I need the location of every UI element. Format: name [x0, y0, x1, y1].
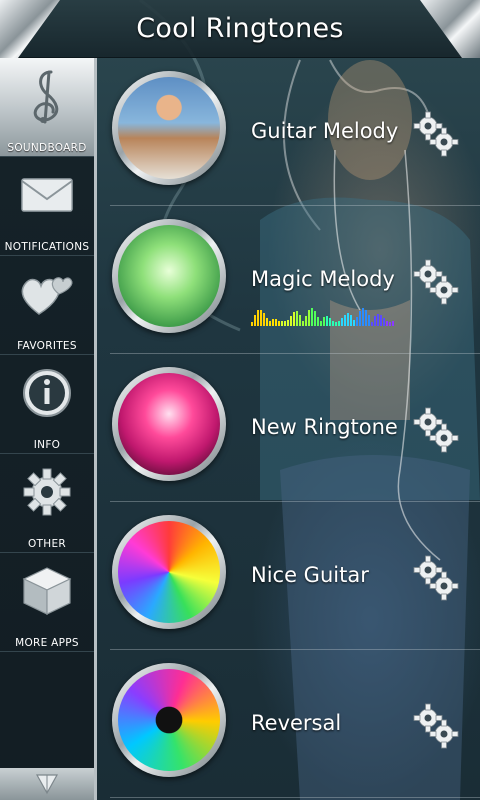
title-bar: Cool Ringtones — [0, 0, 480, 58]
equalizer-bar — [251, 322, 253, 326]
equalizer-bar — [365, 310, 367, 326]
equalizer-bar — [338, 321, 340, 326]
equalizer-bar — [371, 322, 373, 326]
equalizer-bar — [299, 315, 301, 326]
equalizer-bar — [368, 315, 370, 326]
ringtone-list: Guitar Melody Magic Melody New Ringtone … — [110, 58, 480, 798]
equalizer-bar — [320, 321, 322, 326]
ringtone-thumbnail[interactable] — [112, 219, 226, 333]
equalizer-bar — [317, 317, 319, 326]
ringtone-name: Reversal — [251, 711, 342, 735]
ringtone-thumbnail[interactable] — [112, 71, 226, 185]
equalizer-bar — [380, 315, 382, 326]
ringtone-name: New Ringtone — [251, 415, 398, 439]
equalizer-bar — [332, 321, 334, 326]
sidebar-item-label: OTHER — [27, 538, 66, 550]
equalizer-bar — [308, 310, 310, 326]
equalizer-bar — [353, 320, 355, 326]
equalizer-bar — [335, 322, 337, 326]
settings-gear-icon[interactable] — [410, 702, 460, 750]
list-item[interactable]: New Ringtone — [110, 354, 480, 502]
equalizer-bar — [374, 316, 376, 326]
sidebar-item-label: NOTIFICATIONS — [4, 241, 90, 253]
equalizer-bar — [272, 319, 274, 326]
equalizer-bar — [263, 313, 265, 326]
equalizer-bar — [254, 315, 256, 326]
equalizer-bar — [293, 312, 295, 326]
sidebar-item-label: FAVORITES — [17, 340, 77, 352]
ringtone-name: Guitar Melody — [251, 119, 399, 143]
list-item[interactable]: Guitar Melody — [110, 58, 480, 206]
equalizer-bar — [377, 314, 379, 326]
sidebar-item-favorites[interactable]: FAVORITES — [0, 256, 94, 355]
equalizer-bar — [386, 321, 388, 326]
sidebar-item-label: INFO — [33, 439, 61, 451]
chrome-corner-left — [0, 0, 60, 58]
ringtone-thumbnail[interactable] — [112, 663, 226, 777]
ringtone-name: Magic Melody — [251, 267, 395, 291]
settings-gear-icon[interactable] — [410, 406, 460, 454]
equalizer-bar — [269, 321, 271, 326]
equalizer-bar — [305, 316, 307, 326]
equalizer-bar — [389, 322, 391, 326]
equalizer-bar — [257, 310, 259, 326]
equalizer-bar — [350, 315, 352, 326]
equalizer-bar — [266, 318, 268, 326]
equalizer-bar — [359, 311, 361, 326]
equalizer-bar — [296, 311, 298, 326]
ringtone-name: Nice Guitar — [251, 563, 369, 587]
equalizer-bar — [302, 321, 304, 326]
equalizer-bar — [281, 321, 283, 326]
equalizer-visualizer — [251, 308, 394, 326]
scroll-down-button[interactable] — [0, 768, 94, 800]
list-item[interactable]: Nice Guitar — [110, 502, 480, 650]
equalizer-bar — [311, 308, 313, 326]
ringtone-thumbnail[interactable] — [112, 515, 226, 629]
sidebar-item-label: MORE APPS — [15, 637, 79, 649]
equalizer-bar — [278, 321, 280, 326]
equalizer-bar — [341, 318, 343, 326]
equalizer-bar — [347, 313, 349, 326]
sidebar: SOUNDBOARD NOTIFICATIONS FAVORITES INFO … — [0, 58, 97, 800]
equalizer-bar — [275, 319, 277, 326]
sidebar-item-notifications[interactable]: NOTIFICATIONS — [0, 157, 94, 256]
cube-icon — [19, 563, 75, 619]
equalizer-bar — [392, 321, 394, 326]
ringtone-thumbnail[interactable] — [112, 367, 226, 481]
equalizer-bar — [284, 321, 286, 326]
sidebar-item-soundboard[interactable]: SOUNDBOARD — [0, 58, 94, 157]
equalizer-bar — [323, 317, 325, 326]
equalizer-bar — [287, 320, 289, 326]
equalizer-bar — [290, 316, 292, 326]
hearts-icon — [19, 266, 75, 322]
gear-icon — [19, 464, 75, 520]
paper-plane-icon — [35, 774, 59, 795]
equalizer-bar — [344, 315, 346, 326]
equalizer-bar — [362, 308, 364, 326]
app-title: Cool Ringtones — [136, 13, 344, 44]
equalizer-bar — [260, 310, 262, 326]
settings-gear-icon[interactable] — [410, 554, 460, 602]
sidebar-item-other[interactable]: OTHER — [0, 454, 94, 553]
settings-gear-icon[interactable] — [410, 258, 460, 306]
treble-clef-icon — [19, 68, 75, 124]
list-item[interactable]: Reversal — [110, 650, 480, 798]
equalizer-bar — [383, 318, 385, 326]
equalizer-bar — [314, 311, 316, 326]
envelope-icon — [19, 167, 75, 223]
info-icon — [19, 365, 75, 421]
equalizer-bar — [326, 316, 328, 326]
sidebar-item-info[interactable]: INFO — [0, 355, 94, 454]
equalizer-bar — [329, 318, 331, 326]
sidebar-item-label: SOUNDBOARD — [7, 142, 87, 154]
equalizer-bar — [356, 317, 358, 326]
chrome-corner-right — [420, 0, 480, 58]
list-item[interactable]: Magic Melody — [110, 206, 480, 354]
sidebar-item-more-apps[interactable]: MORE APPS — [0, 553, 94, 652]
settings-gear-icon[interactable] — [410, 110, 460, 158]
